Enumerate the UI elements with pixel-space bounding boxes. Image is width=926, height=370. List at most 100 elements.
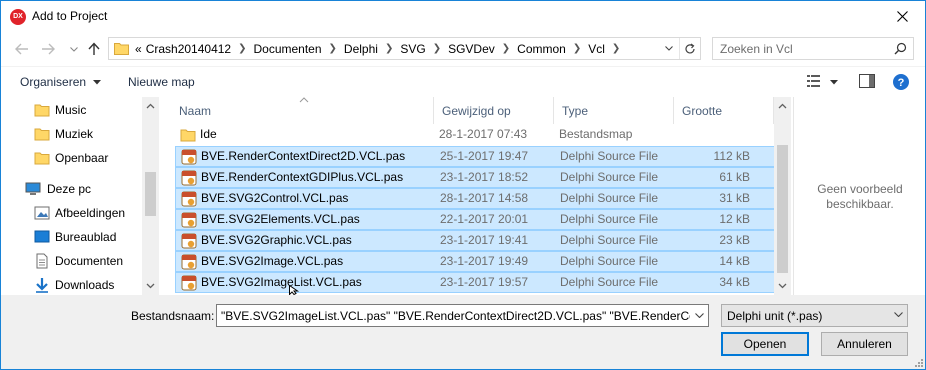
chevron-right-icon[interactable]: ❯ xyxy=(380,43,398,54)
file-row[interactable]: Ide 28-1-2017 07:43 Bestandsmap xyxy=(175,125,775,146)
title-bar: DX Add to Project xyxy=(1,1,925,32)
nav-item-openbaar[interactable]: Openbaar xyxy=(1,147,142,169)
nav-scrollbar-thumb[interactable] xyxy=(145,172,156,216)
arrow-up-icon xyxy=(88,42,100,55)
nav-item-documenten[interactable]: Documenten xyxy=(1,250,142,272)
preview-message: Geen voorbeeld beschikbaar. xyxy=(794,182,926,212)
help-button[interactable]: ? xyxy=(893,74,909,93)
chevron-right-icon[interactable]: ❯ xyxy=(324,43,342,54)
file-type: Bestandsmap xyxy=(559,127,633,141)
file-type: Delphi Source File xyxy=(560,170,659,184)
delphi-app-icon: DX xyxy=(10,9,26,25)
chevron-down-icon xyxy=(894,312,903,317)
file-list[interactable]: Naam Gewijzigd op Type Grootte Ide 28-1-… xyxy=(171,97,776,295)
file-name: BVE.SVG2Elements.VCL.pas xyxy=(201,212,360,226)
caret-down-icon xyxy=(93,80,102,85)
column-header-type[interactable]: Type xyxy=(554,97,674,124)
breadcrumb-vcl[interactable]: Vcl xyxy=(586,42,607,56)
column-header-date[interactable]: Gewijzigd op xyxy=(434,97,554,124)
scroll-down-icon[interactable] xyxy=(778,281,787,290)
file-date: 22-1-2017 20:01 xyxy=(440,212,529,226)
recent-locations-button[interactable] xyxy=(65,41,83,57)
file-type-filter-value: Delphi unit (*.pas) xyxy=(727,309,823,323)
close-icon xyxy=(896,11,908,22)
chevron-right-icon[interactable]: ❯ xyxy=(568,43,586,54)
organize-menu-button[interactable]: Organiseren xyxy=(20,75,102,89)
breadcrumb-overflow[interactable]: « xyxy=(133,42,144,56)
forward-button[interactable] xyxy=(39,41,57,57)
downloads-icon xyxy=(36,278,48,293)
file-list-scrollbar-thumb[interactable] xyxy=(777,145,788,273)
nav-item-downloads[interactable]: Downloads xyxy=(1,274,142,295)
nav-label: Documenten xyxy=(55,254,124,268)
chevron-right-icon[interactable]: ❯ xyxy=(607,43,625,54)
breadcrumb-common[interactable]: Common xyxy=(515,42,568,56)
address-bar[interactable]: « Crash20140412 ❯ Documenten ❯ Delphi ❯ … xyxy=(108,37,701,60)
file-list-scrollbar[interactable] xyxy=(774,97,791,295)
filename-value[interactable]: "BVE.SVG2ImageList.VCL.pas" "BVE.RenderC… xyxy=(221,309,708,323)
file-date: 23-1-2017 19:57 xyxy=(440,275,529,289)
file-size: 61 kB xyxy=(719,170,750,184)
breadcrumb-delphi[interactable]: Delphi xyxy=(342,42,380,56)
scroll-up-icon[interactable] xyxy=(778,102,787,111)
refresh-button[interactable] xyxy=(679,38,700,59)
new-folder-button[interactable]: Nieuwe map xyxy=(128,75,195,89)
chevron-right-icon[interactable]: ❯ xyxy=(497,43,515,54)
search-icon[interactable] xyxy=(894,42,907,55)
file-row[interactable]: BVE.SVG2Control.VCL.pas 28-1-2017 14:58 … xyxy=(175,188,775,209)
file-date: 23-1-2017 19:49 xyxy=(440,254,529,268)
pas-file-icon xyxy=(181,254,197,270)
nav-item-muziek[interactable]: Muziek xyxy=(1,123,142,145)
breadcrumb-svg[interactable]: SVG xyxy=(398,42,427,56)
column-header-size[interactable]: Grootte xyxy=(674,97,774,124)
filename-label: Bestandsnaam: xyxy=(131,309,215,323)
navigation-pane[interactable]: Music Muziek Openbaar Deze pc Afbeelding… xyxy=(1,97,159,295)
breadcrumb-documenten[interactable]: Documenten xyxy=(251,42,323,56)
nav-label: Deze pc xyxy=(47,182,92,196)
nav-label: Openbaar xyxy=(55,151,109,165)
chevron-right-icon[interactable]: ❯ xyxy=(428,43,446,54)
file-date: 28-1-2017 07:43 xyxy=(439,127,528,141)
open-button[interactable]: Openen xyxy=(721,332,809,356)
file-row[interactable]: BVE.SVG2ImageList.VCL.pas 23-1-2017 19:5… xyxy=(175,272,775,293)
nav-item-bureaublad[interactable]: Bureaublad xyxy=(1,226,142,248)
file-row[interactable]: BVE.SVG2Image.VCL.pas 23-1-2017 19:49 De… xyxy=(175,251,775,272)
scroll-up-icon[interactable] xyxy=(146,102,155,111)
file-size: 12 kB xyxy=(719,212,750,226)
preview-pane-toggle[interactable] xyxy=(859,74,875,91)
window-title: Add to Project xyxy=(32,9,108,23)
resize-grip-icon[interactable] xyxy=(913,357,923,367)
search-input[interactable]: Zoeken in Vcl xyxy=(720,42,793,56)
file-row[interactable]: BVE.SVG2Graphic.VCL.pas 23-1-2017 19:41 … xyxy=(175,230,775,251)
back-button[interactable] xyxy=(13,41,31,57)
filename-history-dropdown[interactable] xyxy=(690,305,708,326)
file-row[interactable]: BVE.SVG2Elements.VCL.pas 22-1-2017 20:01… xyxy=(175,209,775,230)
file-row[interactable]: BVE.RenderContextDirect2D.VCL.pas 25-1-2… xyxy=(175,146,775,167)
nav-label: Afbeeldingen xyxy=(55,206,126,220)
breadcrumb-sgvdev[interactable]: SGVDev xyxy=(446,42,497,56)
file-date: 25-1-2017 19:47 xyxy=(440,149,529,163)
nav-item-music[interactable]: Music xyxy=(1,99,142,121)
pas-file-icon xyxy=(181,191,197,207)
close-button[interactable] xyxy=(879,1,925,32)
file-type: Delphi Source File xyxy=(560,254,659,268)
nav-item-afbeeldingen[interactable]: Afbeeldingen xyxy=(1,202,142,224)
file-row[interactable]: BVE.RenderContextGDIPlus.VCL.pas 23-1-20… xyxy=(175,167,775,188)
column-header-name[interactable]: Naam xyxy=(171,97,434,124)
cancel-button[interactable]: Annuleren xyxy=(821,332,908,356)
search-box[interactable]: Zoeken in Vcl xyxy=(712,37,914,60)
scroll-down-icon[interactable] xyxy=(146,281,155,290)
up-button[interactable] xyxy=(85,41,103,57)
organize-label: Organiseren xyxy=(20,75,87,89)
file-type: Delphi Source File xyxy=(560,191,659,205)
nav-item-deze-pc[interactable]: Deze pc xyxy=(1,178,142,200)
file-type-filter-select[interactable]: Delphi unit (*.pas) xyxy=(721,304,908,327)
address-dropdown-button[interactable] xyxy=(660,38,678,59)
view-options-button[interactable] xyxy=(807,74,839,91)
breadcrumb-crash20140412[interactable]: Crash20140412 xyxy=(144,42,233,56)
chevron-right-icon[interactable]: ❯ xyxy=(233,43,251,54)
nav-scrollbar[interactable] xyxy=(142,97,159,295)
file-name: BVE.SVG2Graphic.VCL.pas xyxy=(201,233,352,247)
filename-input[interactable]: "BVE.SVG2ImageList.VCL.pas" "BVE.RenderC… xyxy=(216,304,709,327)
column-type-label: Type xyxy=(562,103,589,118)
